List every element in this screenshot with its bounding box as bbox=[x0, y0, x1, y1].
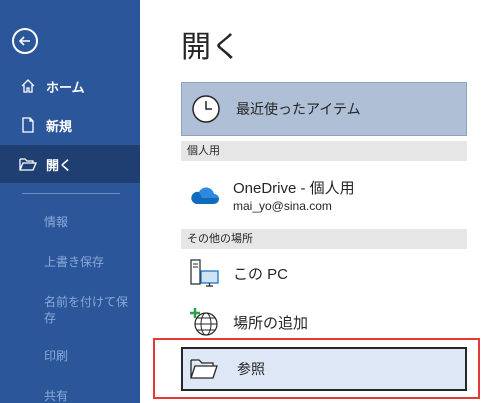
nav-home[interactable]: ホーム bbox=[0, 67, 140, 105]
cloud-icon bbox=[187, 178, 221, 212]
computer-icon bbox=[187, 256, 221, 290]
page-title: 開く bbox=[181, 30, 241, 65]
back-arrow-icon bbox=[18, 36, 30, 46]
nav-share[interactable]: 共有 bbox=[44, 388, 68, 403]
section-other-places: その他の場所 bbox=[181, 229, 467, 249]
clock-icon bbox=[192, 95, 220, 123]
new-document-icon bbox=[18, 115, 38, 135]
add-place-label: 場所の追加 bbox=[233, 314, 309, 332]
nav-new-label: 新規 bbox=[46, 118, 73, 134]
nav-open-label: 開く bbox=[46, 157, 73, 173]
nav-home-label: ホーム bbox=[46, 79, 85, 95]
browse-label: 参照 bbox=[237, 361, 265, 377]
recent-items-label: 最近使ったアイテム bbox=[236, 101, 361, 117]
nav-save[interactable]: 上書き保存 bbox=[44, 254, 104, 270]
add-place-globe-icon bbox=[187, 305, 221, 339]
nav-new[interactable]: 新規 bbox=[0, 106, 140, 144]
add-place[interactable]: 場所の追加 bbox=[181, 302, 467, 342]
folder-icon bbox=[187, 352, 221, 386]
browse-button[interactable]: 参照 bbox=[181, 347, 467, 391]
onedrive-personal[interactable]: OneDrive - 個人用 mai_yo@sina.com bbox=[181, 173, 467, 217]
backstage-sidebar: ホーム 新規 開く 情報 上書き保存 名前を付けて保存 印刷 共有 bbox=[0, 0, 140, 403]
onedrive-account: mai_yo@sina.com bbox=[233, 199, 332, 213]
this-pc-label: この PC bbox=[233, 265, 289, 283]
nav-save-as[interactable]: 名前を付けて保存 bbox=[44, 294, 128, 326]
open-folder-icon bbox=[18, 154, 38, 174]
nav-open[interactable]: 開く bbox=[0, 145, 140, 183]
nav-info[interactable]: 情報 bbox=[44, 214, 68, 230]
nav-print[interactable]: 印刷 bbox=[44, 348, 68, 364]
onedrive-name: OneDrive - 個人用 bbox=[233, 180, 355, 197]
section-personal: 個人用 bbox=[181, 141, 467, 161]
this-pc[interactable]: この PC bbox=[181, 253, 467, 293]
sidebar-divider bbox=[22, 193, 120, 194]
home-icon bbox=[18, 76, 38, 96]
back-button[interactable] bbox=[12, 28, 38, 54]
recent-items-button[interactable]: 最近使ったアイテム bbox=[181, 82, 467, 136]
